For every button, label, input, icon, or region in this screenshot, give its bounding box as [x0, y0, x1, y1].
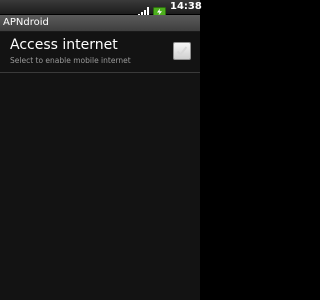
app-title-bar: APNdroid	[0, 15, 200, 32]
preference-summary: Select to enable mobile internet	[10, 56, 131, 65]
signal-bars-icon	[138, 2, 150, 17]
battery-charging-icon	[153, 2, 166, 17]
access-internet-preference[interactable]: Access internet Select to enable mobile …	[0, 32, 200, 70]
status-bar: 14:38	[0, 0, 202, 17]
preferences-list: Access internet Select to enable mobile …	[0, 32, 200, 300]
status-time: 14:38	[170, 1, 202, 12]
preference-title: Access internet	[10, 37, 118, 53]
checkmark-icon	[176, 46, 188, 56]
list-divider	[0, 72, 200, 73]
app-title: APNdroid	[3, 17, 49, 28]
access-internet-checkbox[interactable]	[173, 42, 191, 60]
